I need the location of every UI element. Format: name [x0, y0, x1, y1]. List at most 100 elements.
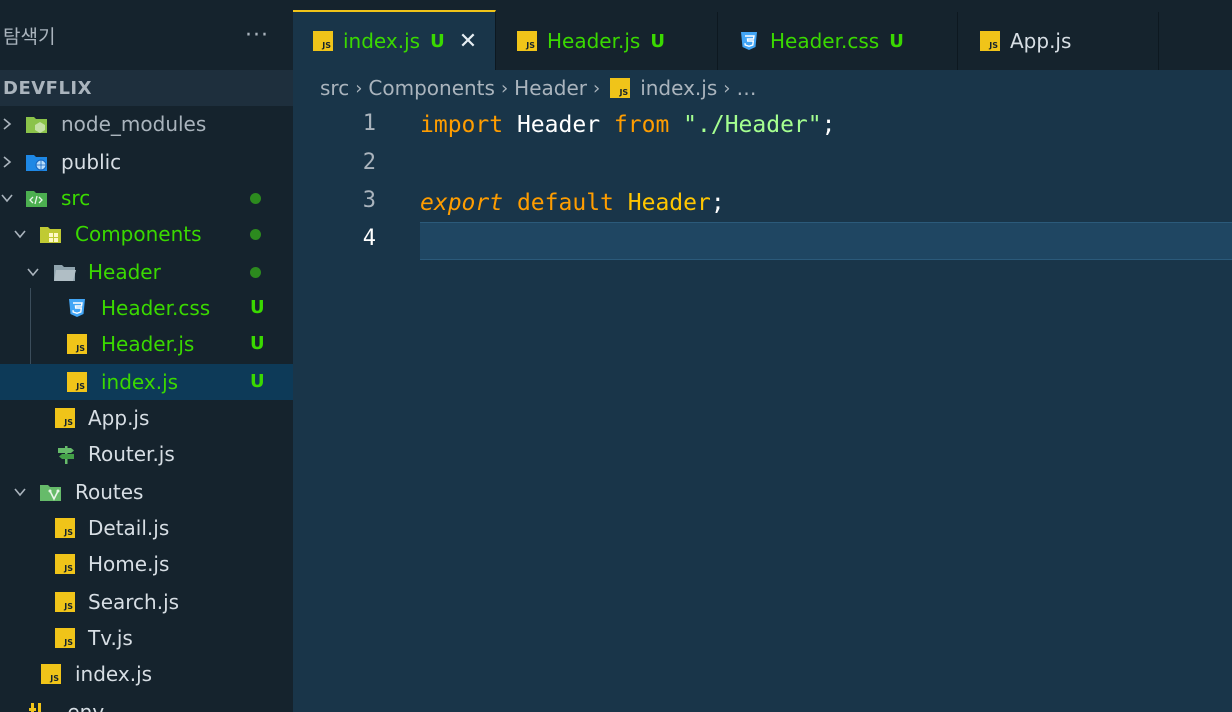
modified-dot	[250, 193, 261, 204]
js-file-icon: JS	[980, 31, 1000, 51]
tab-app-js[interactable]: JS App.js	[958, 12, 1159, 70]
breadcrumb-header[interactable]: Header	[514, 76, 587, 100]
tab-header-css[interactable]: Header.css U	[718, 12, 958, 70]
tab-label: index.js	[343, 29, 421, 53]
chevron-right-icon	[0, 155, 14, 169]
tree-item-header-js[interactable]: JS Header.js U	[0, 326, 293, 362]
untracked-badge: U	[650, 30, 665, 52]
src-folder-icon	[25, 187, 47, 209]
globe-folder-icon	[25, 151, 47, 173]
chevron-down-icon	[13, 227, 27, 241]
tree-item-label: .env	[61, 700, 105, 712]
tree-item-index-js-selected[interactable]: JS index.js U	[0, 364, 293, 400]
tree-item-search-js[interactable]: JS Search.js	[0, 584, 293, 620]
untracked-badge: U	[250, 333, 265, 354]
js-file-icon: JS	[55, 554, 75, 574]
js-file-icon: JS	[55, 628, 75, 648]
tab-label: Header.js	[547, 29, 641, 53]
tree-item-header-css[interactable]: Header.css U	[0, 290, 293, 326]
css-file-icon	[738, 30, 760, 52]
chevron-right-icon: ›	[723, 77, 731, 99]
js-file-icon: JS	[55, 518, 75, 538]
tree-item-header-folder[interactable]: Header	[0, 254, 293, 290]
editor-tab-bar: JS index.js U ✕ JS Header.js U Header.cs…	[293, 0, 1232, 70]
breadcrumb-src[interactable]: src	[320, 76, 349, 100]
css-file-icon	[66, 297, 88, 319]
tree-item-label: public	[61, 150, 122, 174]
tab-label: App.js	[1010, 29, 1072, 53]
tree-item-public[interactable]: public	[0, 144, 293, 180]
tree-item-label: index.js	[101, 370, 179, 394]
js-file-icon: JS	[55, 408, 75, 428]
tree-item-label: Home.js	[88, 552, 170, 576]
tree-item-label: Router.js	[88, 442, 175, 466]
code-line-3[interactable]: export default Header;	[420, 184, 725, 222]
line-number: 1	[362, 111, 376, 136]
tree-item-routes[interactable]: Routes	[0, 474, 293, 510]
chevron-right-icon: ›	[500, 77, 509, 99]
js-file-icon: JS	[67, 334, 87, 354]
untracked-badge: U	[430, 30, 445, 52]
keyword-from: from	[613, 112, 670, 138]
identifier: Header	[516, 112, 601, 138]
line-number-active: 4	[362, 226, 376, 251]
tree-item-tv-js[interactable]: JS Tv.js	[0, 620, 293, 656]
js-file-icon: JS	[41, 664, 61, 684]
chevron-down-icon	[0, 191, 14, 205]
tree-item-label: Header.js	[101, 332, 195, 356]
tree-item-label: node_modules	[61, 112, 207, 136]
line-number-gutter: 1 2 3 4	[293, 106, 420, 712]
more-actions-button[interactable]: ···	[245, 23, 269, 48]
breadcrumb: src › Components › Header › JS index.js …	[293, 70, 1232, 106]
close-tab-icon[interactable]: ✕	[459, 29, 477, 54]
tab-index-js[interactable]: JS index.js U ✕	[293, 10, 496, 70]
tab-label: Header.css	[770, 29, 880, 53]
semicolon: ;	[710, 190, 725, 216]
components-folder-icon	[39, 223, 61, 245]
tree-item-label: Detail.js	[88, 516, 170, 540]
settings-file-icon	[27, 700, 49, 712]
node-folder-icon	[25, 113, 47, 135]
tree-item-app-js[interactable]: JS App.js	[0, 400, 293, 436]
tab-header-js[interactable]: JS Header.js U	[496, 12, 718, 70]
tree-item-node-modules[interactable]: node_modules	[0, 106, 293, 142]
js-file-icon: JS	[517, 31, 537, 51]
tree-item-label: Header	[88, 260, 161, 284]
tree-item-label: Search.js	[88, 590, 180, 614]
tree-item-src-index-js[interactable]: JS index.js	[0, 656, 293, 692]
tree-item-label: Tv.js	[88, 626, 133, 650]
chevron-right-icon: ›	[355, 77, 363, 99]
tree-item-env[interactable]: .env	[0, 694, 293, 712]
js-file-icon: JS	[313, 31, 333, 51]
js-file-icon: JS	[67, 372, 87, 392]
js-file-icon: JS	[55, 592, 75, 612]
breadcrumb-more[interactable]: …	[736, 76, 756, 100]
tree-item-components[interactable]: Components	[0, 216, 293, 252]
tree-item-label: App.js	[88, 406, 150, 430]
tree-item-home-js[interactable]: JS Home.js	[0, 546, 293, 582]
tree-item-label: Components	[75, 222, 202, 246]
breadcrumb-components[interactable]: Components	[368, 76, 495, 100]
line-number: 2	[362, 150, 376, 175]
chevron-down-icon	[13, 485, 27, 499]
chevron-right-icon	[0, 117, 14, 131]
signpost-icon	[55, 443, 77, 465]
tree-item-detail-js[interactable]: JS Detail.js	[0, 510, 293, 546]
identifier: Header	[627, 190, 711, 216]
chevron-down-icon	[26, 265, 40, 279]
code-line-1[interactable]: import Header from "./Header";	[420, 106, 836, 144]
code-editor[interactable]: import Header from "./Header"; export de…	[420, 106, 1232, 712]
untracked-badge: U	[250, 297, 265, 318]
folder-open-icon	[53, 261, 76, 283]
current-line-highlight	[420, 222, 1232, 260]
tree-item-router-js[interactable]: Router.js	[0, 436, 293, 472]
explorer-title: 탐색기	[3, 25, 56, 48]
keyword-import: import	[420, 112, 504, 138]
tree-item-label: index.js	[75, 662, 153, 686]
keyword-default: default	[516, 190, 614, 216]
keyword-export: export	[420, 190, 504, 216]
explorer-sidebar: 탐색기 ··· DEVFLIX node_modules public src …	[0, 0, 293, 712]
project-root-header[interactable]: DEVFLIX	[0, 70, 293, 106]
breadcrumb-index-js[interactable]: index.js	[640, 76, 717, 100]
tree-item-src[interactable]: src	[0, 180, 293, 216]
